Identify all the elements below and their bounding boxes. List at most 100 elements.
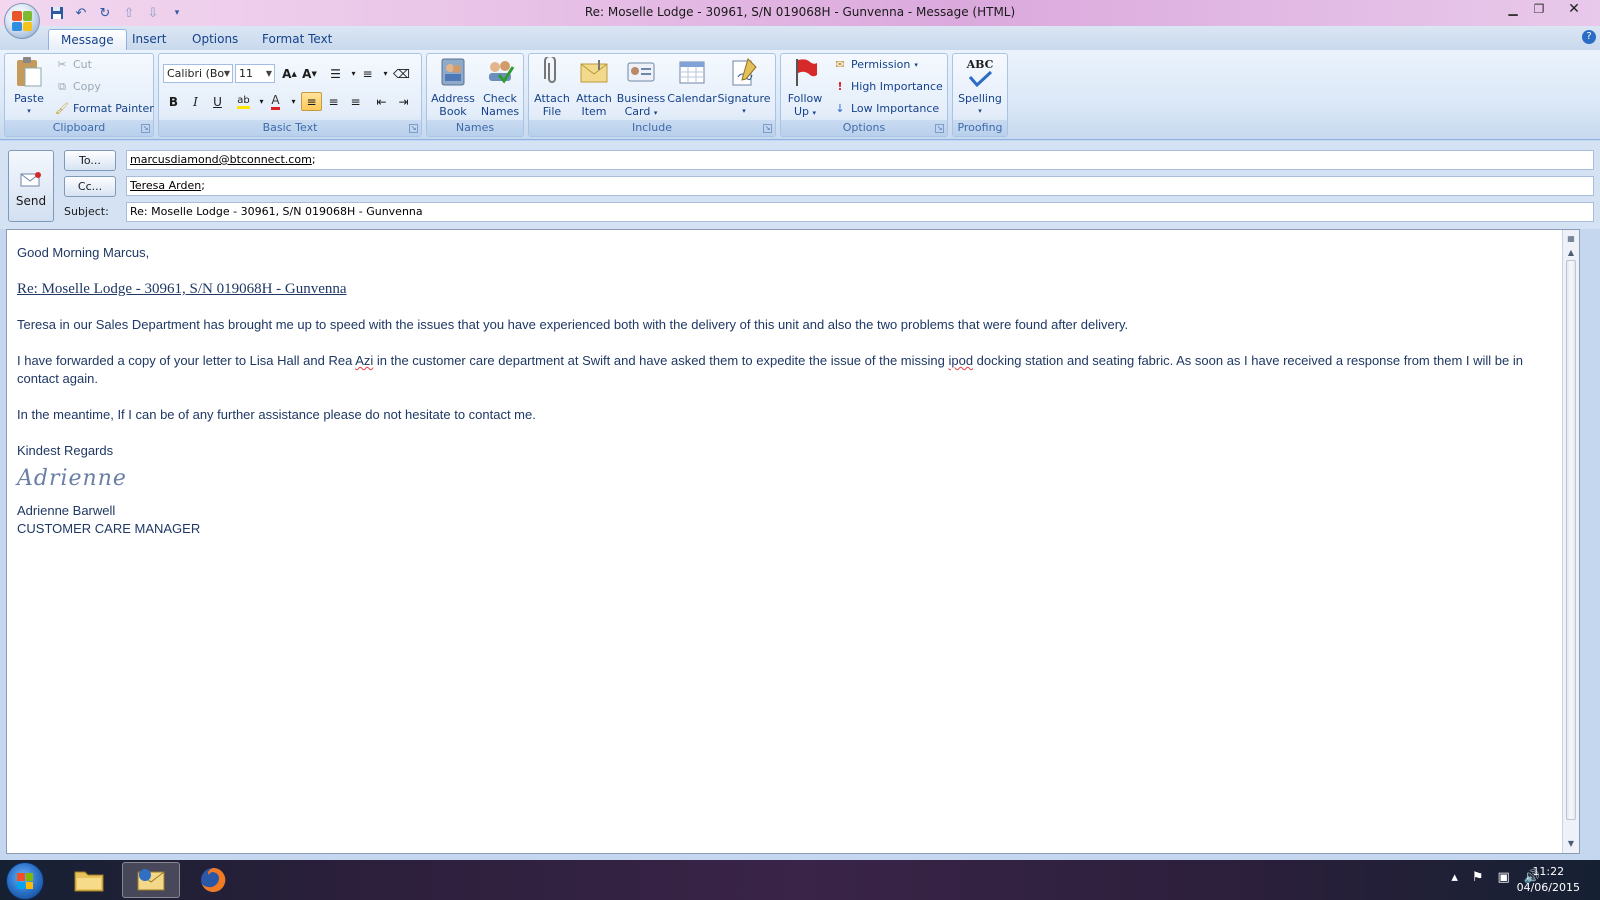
tab-options[interactable]: Options <box>180 29 250 50</box>
font-name-combo[interactable]: Calibri (Bo ▼ <box>163 64 233 83</box>
decrease-indent-icon[interactable]: ⇤ <box>371 92 392 111</box>
clipboard-launcher-icon[interactable]: ↘ <box>141 124 150 133</box>
action-center-flag-icon[interactable]: ⚑ <box>1472 870 1484 885</box>
check-names-icon <box>484 56 516 88</box>
spelling-dropdown-icon[interactable]: ▾ <box>955 105 1005 118</box>
ruler-toggle-icon[interactable]: ▦ <box>1565 232 1577 246</box>
to-recipient[interactable]: marcusdiamond@btconnect.com <box>130 153 312 166</box>
send-button[interactable]: Send <box>8 150 54 222</box>
scrollbar-thumb[interactable] <box>1566 260 1576 820</box>
include-group: Attach File Attach Item Business Card ▾ … <box>528 53 776 137</box>
italic-icon[interactable]: I <box>185 92 206 111</box>
increase-indent-icon[interactable]: ⇥ <box>393 92 414 111</box>
cut-label: Cut <box>73 58 92 71</box>
include-launcher-icon[interactable]: ↘ <box>763 124 772 133</box>
paragraph-2-part-a: I have forwarded a copy of your letter t… <box>17 353 356 368</box>
align-center-icon[interactable]: ≡ <box>323 92 344 111</box>
cut-button[interactable]: ✂ Cut <box>55 56 92 74</box>
cc-button[interactable]: Cc... <box>64 176 116 197</box>
tab-insert[interactable]: Insert <box>120 29 178 50</box>
tab-format-text[interactable]: Format Text <box>250 29 344 50</box>
business-card-button[interactable]: Business Card ▾ <box>615 56 667 120</box>
low-importance-label: Low Importance <box>851 102 940 115</box>
basic-text-group: Calibri (Bo ▼ 11 ▼ A ▲ A ▼ ☰ ▾ ≡ ▾ ⌫ B I U a… <box>158 53 422 137</box>
exclamation-icon: ! <box>837 80 843 93</box>
subject-field[interactable]: Re: Moselle Lodge - 30961, S/N 019068H -… <box>126 202 1594 222</box>
low-importance-button[interactable]: ↓ Low Importance <box>833 100 939 118</box>
start-button[interactable] <box>6 862 44 900</box>
clock-time: 11:22 <box>1532 865 1565 878</box>
paste-icon <box>13 56 45 88</box>
font-size-value: 11 <box>239 67 253 80</box>
options-launcher-icon[interactable]: ↘ <box>935 124 944 133</box>
minimize-icon[interactable]: ▁ <box>1500 0 1526 18</box>
show-hidden-icons-icon[interactable]: ▴ <box>1451 870 1458 885</box>
calendar-button[interactable]: Calendar <box>667 56 717 105</box>
scroll-down-icon[interactable]: ▼ <box>1565 837 1577 851</box>
help-icon[interactable]: ? <box>1582 30 1596 44</box>
align-right-icon[interactable]: ≡ <box>345 92 366 111</box>
taskbar-outlook[interactable] <box>122 862 180 898</box>
clear-formatting-icon[interactable]: ⌫ <box>391 64 412 83</box>
attach-file-button[interactable]: Attach File <box>531 56 573 118</box>
check-names-label-1: Check <box>483 92 517 105</box>
copy-label: Copy <box>73 80 101 93</box>
paste-dropdown-icon[interactable]: ▾ <box>9 105 49 118</box>
follow-up-button[interactable]: Follow Up ▾ <box>783 56 827 120</box>
permission-dropdown-icon[interactable]: ▾ <box>914 56 918 74</box>
signature-dropdown-icon[interactable]: ▾ <box>717 105 771 118</box>
scroll-up-icon[interactable]: ▲ <box>1565 246 1577 260</box>
permission-button[interactable]: ✉ Permission ▾ <box>833 56 918 74</box>
bold-icon[interactable]: B <box>163 92 184 111</box>
restore-icon[interactable]: ❐ <box>1526 0 1552 18</box>
copy-icon: ⧉ <box>58 80 66 93</box>
paste-button[interactable]: Paste ▾ <box>9 56 49 118</box>
business-card-dropdown-icon[interactable]: ▾ <box>654 109 658 117</box>
attach-item-button[interactable]: Attach Item <box>573 56 615 118</box>
office-button[interactable] <box>4 3 40 39</box>
grow-font-icon[interactable]: A ▲ <box>279 64 300 83</box>
business-card-label-1: Business <box>616 92 666 105</box>
network-icon[interactable]: ▣ <box>1498 870 1510 885</box>
format-painter-label: Format Painter <box>73 102 154 115</box>
names-group-label: Names <box>427 120 523 136</box>
align-left-icon[interactable]: ≡ <box>301 92 322 111</box>
basic-text-launcher-icon[interactable]: ↘ <box>409 124 418 133</box>
taskbar-explorer[interactable] <box>60 862 118 898</box>
proofing-group-label: Proofing <box>953 120 1007 136</box>
address-book-button[interactable]: Address Book <box>429 56 477 118</box>
tab-message[interactable]: Message <box>48 29 127 50</box>
high-importance-button[interactable]: ! High Importance <box>833 78 942 96</box>
taskbar-clock[interactable]: 11:22 04/06/2015 <box>1517 864 1580 896</box>
shrink-font-icon[interactable]: A ▼ <box>299 64 320 83</box>
business-card-icon <box>625 56 657 88</box>
format-painter-button[interactable]: 🖌 Format Painter <box>55 100 154 118</box>
check-names-button[interactable]: Check Names <box>477 56 523 118</box>
cc-recipient[interactable]: Teresa Arden <box>130 179 201 192</box>
windows-logo-icon <box>17 873 33 889</box>
signature-button[interactable]: Signature ▾ <box>717 56 771 118</box>
follow-up-dropdown-icon[interactable]: ▾ <box>813 109 817 117</box>
window-title: Re: Moselle Lodge - 30961, S/N 019068H -… <box>584 5 1016 19</box>
close-icon[interactable]: ✕ <box>1552 0 1596 18</box>
underline-icon[interactable]: U <box>207 92 228 111</box>
paintbrush-icon: 🖌 <box>55 102 69 115</box>
spelling-button[interactable]: ABC Spelling ▾ <box>955 56 1005 118</box>
to-button[interactable]: To... <box>64 150 116 171</box>
greeting: Good Morning Marcus, <box>17 245 150 260</box>
taskbar-firefox[interactable] <box>184 862 242 898</box>
firefox-icon <box>201 867 226 892</box>
attach-file-label-1: Attach <box>534 92 570 105</box>
to-field[interactable]: marcusdiamond@btconnect.com; <box>126 150 1594 170</box>
clipboard-group: Paste ▾ ✂ Cut ⧉ Copy 🖌 Format Painter Cl… <box>4 53 154 137</box>
message-body[interactable]: Good Morning Marcus, Re: Moselle Lodge -… <box>6 229 1580 854</box>
cc-field[interactable]: Teresa Arden; <box>126 176 1594 196</box>
vertical-scrollbar[interactable]: ▦ ▲ ▼ <box>1562 230 1579 853</box>
font-size-combo[interactable]: 11 ▼ <box>235 64 275 83</box>
message-content[interactable]: Good Morning Marcus, Re: Moselle Lodge -… <box>17 244 1557 538</box>
subject-label: Subject: <box>64 205 109 218</box>
clipboard-group-label: Clipboard <box>5 120 153 136</box>
copy-button[interactable]: ⧉ Copy <box>55 78 101 96</box>
attach-file-label-2: File <box>542 105 562 118</box>
signature-label: Signature <box>717 92 771 105</box>
